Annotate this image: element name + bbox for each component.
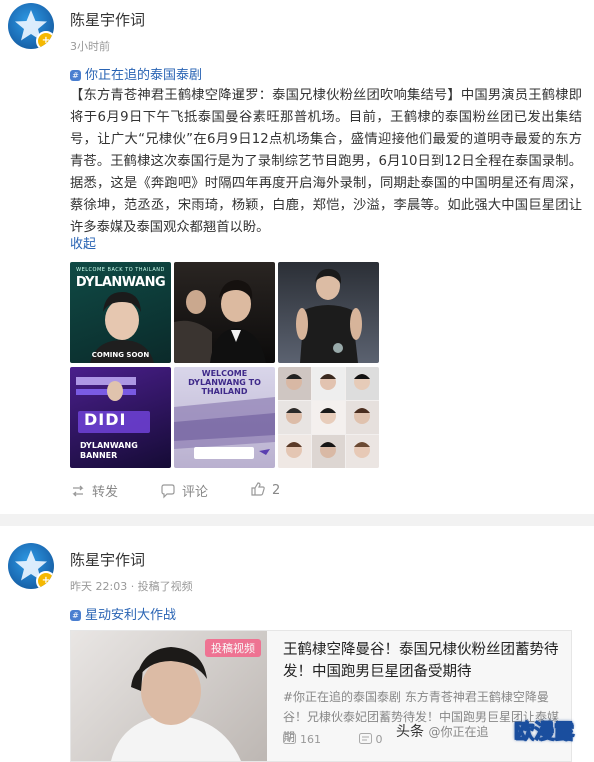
tile-caption-top: WELCOME DYLANWANG TO THAILAND — [188, 369, 261, 396]
author-name[interactable]: 陈星宇作词 — [70, 549, 145, 570]
author-avatar[interactable]: + — [8, 543, 54, 589]
action-bar: 转发 评论 2 — [70, 481, 570, 501]
image-tile[interactable]: WELCOME BACK TO THAILAND DYLANWANG COMIN… — [70, 262, 171, 363]
comment-icon — [161, 484, 175, 499]
video-title[interactable]: 王鹤棣空降曼谷！泰国兄棣伙粉丝团蓄势待发！中国跑男巨星团备受期待 — [283, 639, 559, 683]
video-tag: 投稿视频 — [205, 639, 261, 657]
author-name[interactable]: 陈星宇作词 — [70, 9, 145, 30]
comment-button[interactable]: 评论 — [160, 481, 208, 500]
like-count: 2 — [272, 483, 281, 498]
post-body: 【东方青苍神君王鹤棣空降暹罗：泰国兄棣伙粉丝团吹响集结号】中国男演员王鹤棣即将于… — [70, 88, 582, 235]
play-count-icon — [283, 733, 296, 744]
toutiao-label: 头条 — [396, 724, 424, 740]
video-stats: 161 0 — [283, 733, 383, 746]
portrait-graphic — [296, 268, 362, 363]
thumbs-up-icon — [251, 482, 265, 496]
collapse-link[interactable]: 收起 — [70, 233, 96, 252]
topic-link[interactable]: # 你正在追的泰国泰剧 — [70, 64, 202, 83]
verified-badge-icon: + — [36, 31, 54, 49]
topic-icon: # — [70, 610, 81, 621]
tile-caption-bottom: DYLANWANG BANNER — [80, 441, 138, 460]
topic-link[interactable]: # 星动安利大作战 — [70, 604, 176, 623]
post-time: 昨天 22:03 · 投稿了视频 — [70, 580, 193, 593]
repost-label: 转发 — [92, 485, 119, 500]
post-time: 3小时前 — [70, 40, 110, 53]
image-tile[interactable] — [278, 367, 379, 468]
image-tile[interactable] — [278, 262, 379, 363]
tile-caption-main: DIDI — [84, 410, 127, 429]
topic-icon: # — [70, 70, 81, 81]
topic-label: 星动安利大作战 — [85, 608, 177, 623]
toutiao-watermark: 头条 @你正在追 — [396, 721, 488, 741]
video-card[interactable]: 投稿视频 王鹤棣空降曼谷！泰国兄棣伙粉丝团蓄势待发！中国跑男巨星团备受期待 #你… — [70, 630, 572, 762]
repost-icon — [72, 485, 84, 497]
collage-graphic — [278, 367, 379, 468]
post-divider — [0, 514, 594, 526]
repost-button[interactable]: 转发 — [70, 481, 118, 500]
site-watermark: 欧漫露 — [514, 719, 575, 744]
image-tile[interactable]: WELCOME DYLANWANG TO THAILAND — [174, 367, 275, 468]
portrait-graphic — [174, 280, 266, 363]
comment-label: 评论 — [182, 485, 209, 500]
topic-label: 你正在追的泰国泰剧 — [85, 68, 203, 83]
image-tile[interactable] — [174, 262, 275, 363]
like-button[interactable]: 2 — [250, 481, 280, 498]
video-thumbnail[interactable]: 投稿视频 — [71, 631, 267, 761]
toutiao-account: @你正在追 — [428, 725, 489, 739]
tile-caption-bottom: COMING SOON — [91, 351, 150, 359]
verified-badge-icon: + — [36, 571, 54, 589]
portrait-graphic — [90, 292, 154, 363]
image-tile[interactable]: DIDI DYLANWANG BANNER — [70, 367, 171, 468]
comment-count-icon — [358, 733, 372, 744]
image-grid: WELCOME BACK TO THAILAND DYLANWANG COMIN… — [70, 262, 380, 468]
comment-count: 0 — [375, 733, 383, 746]
author-avatar[interactable]: + — [8, 3, 54, 49]
play-count: 161 — [300, 733, 321, 746]
